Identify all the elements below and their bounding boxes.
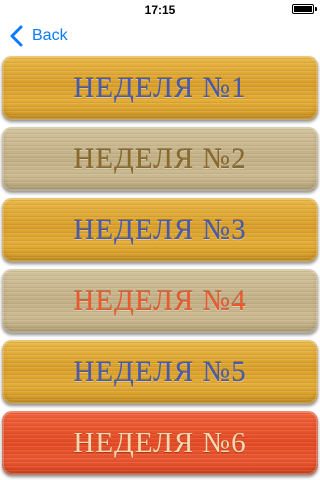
week-button-4[interactable]: НЕДЕЛЯ №4 [2,269,318,333]
back-label: Back [32,27,68,44]
battery-icon [292,4,317,14]
chevron-left-icon [10,25,23,47]
week-label: НЕДЕЛЯ №6 [73,426,247,459]
status-time: 17:15 [144,3,176,17]
battery-fill [294,6,312,12]
week-label: НЕДЕЛЯ №1 [73,71,247,104]
week-button-1[interactable]: НЕДЕЛЯ №1 [2,56,318,120]
week-button-5[interactable]: НЕДЕЛЯ №5 [2,340,318,404]
navigation-bar: Back [0,20,320,52]
week-button-2[interactable]: НЕДЕЛЯ №2 [2,127,318,191]
week-button-6[interactable]: НЕДЕЛЯ №6 [2,411,318,475]
status-bar: 17:15 [0,0,320,20]
week-button-3[interactable]: НЕДЕЛЯ №3 [2,198,318,262]
week-label: НЕДЕЛЯ №3 [73,213,247,246]
week-label: НЕДЕЛЯ №2 [73,142,247,175]
week-label: НЕДЕЛЯ №4 [73,284,247,317]
back-button[interactable]: Back [8,25,68,47]
week-label: НЕДЕЛЯ №5 [73,355,247,388]
